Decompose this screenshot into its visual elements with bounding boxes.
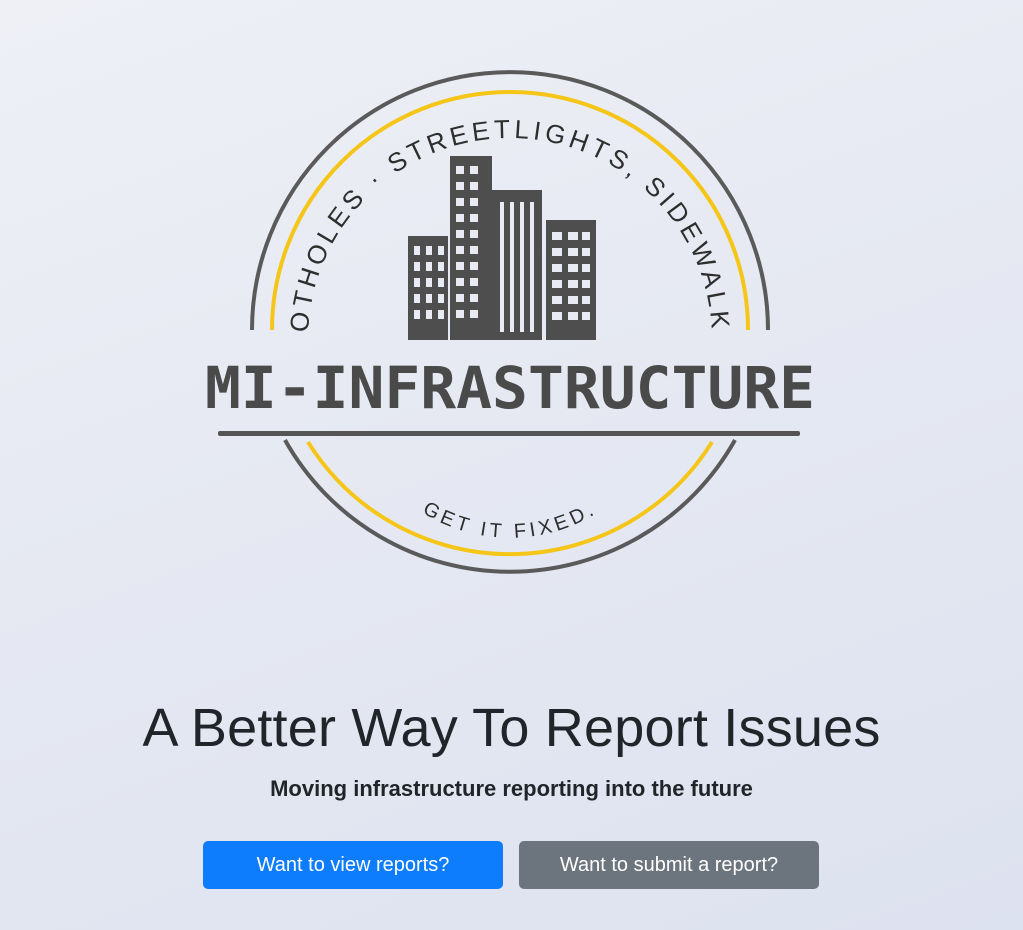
submit-report-button[interactable]: Want to submit a report? [519,841,819,889]
logo-underline [218,431,800,436]
logo-arc-bottom-text: GET IT FIXED. [419,498,600,543]
page-subheadline: Moving infrastructure reporting into the… [270,776,753,801]
hero-section: A Better Way To Report Issues Moving inf… [0,695,1023,803]
site-logo: POTHOLES · STREETLIGHTS, SIDEWALKS [190,40,830,600]
action-buttons: Want to view reports? Want to submit a r… [203,841,823,889]
logo-outer-ring-bottom [283,439,737,574]
buildings-icon [408,156,596,340]
logo-brand-text: MI-INFRASTRUCTURE [205,354,815,422]
page-headline: A Better Way To Report Issues [142,698,881,758]
view-reports-button[interactable]: Want to view reports? [203,841,503,889]
